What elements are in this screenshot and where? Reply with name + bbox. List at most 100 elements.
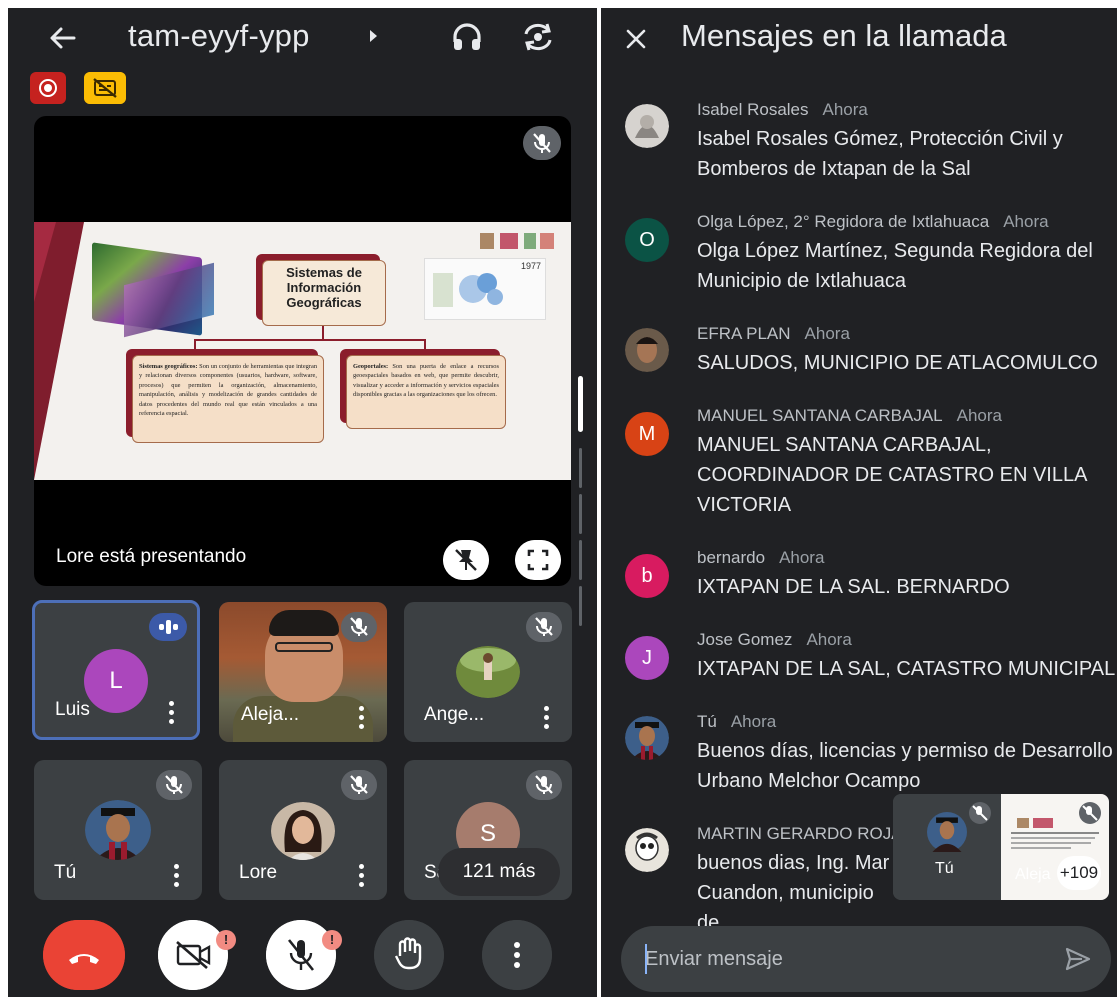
participant-tile-aleja[interactable]: Aleja... — [219, 602, 387, 742]
message-time: Ahora — [804, 324, 850, 343]
more-vert-icon[interactable] — [174, 864, 180, 888]
camera-alert-badge: ! — [216, 930, 236, 950]
message-text: Isabel Rosales Gómez, Protección Civil y… — [697, 128, 1063, 180]
flip-camera-icon[interactable] — [520, 20, 556, 54]
presentation-stage[interactable]: Sistemas de Información Geográficas Sist… — [34, 116, 571, 586]
meeting-code[interactable]: tam-eyyf-ypp — [128, 18, 310, 54]
pip-participant-count: +109 — [1057, 856, 1101, 890]
camera-off-button[interactable] — [158, 920, 228, 990]
recording-badge-icon[interactable] — [30, 72, 66, 104]
avatar — [271, 802, 335, 860]
message-sender: Jose Gomez — [697, 630, 793, 649]
speaking-indicator-icon — [149, 613, 187, 641]
slide-box-sistemas: Sistemas geográficos: Son un conjunto de… — [132, 355, 324, 443]
slide-decoration — [34, 222, 56, 302]
participant-tile-lore[interactable]: Lore — [219, 760, 387, 900]
slide-box-geoportales: Geoportales: Son una puerta de enlace a … — [346, 355, 506, 429]
pip-self-name: Tú — [935, 860, 954, 877]
more-participants-button[interactable]: 121 más — [438, 848, 560, 896]
close-icon[interactable] — [623, 26, 649, 52]
more-vert-icon[interactable] — [359, 864, 365, 888]
message-text: MANUEL SANTANA CARBAJAL, COORDINADOR DE … — [697, 434, 1087, 516]
message-sender: EFRA PLAN — [697, 324, 791, 343]
mic-off-icon — [341, 612, 377, 642]
scrollbar-track — [579, 586, 582, 626]
more-vert-icon[interactable] — [359, 706, 365, 730]
message-time: Ahora — [779, 548, 825, 567]
scrollbar-thumb[interactable] — [578, 376, 583, 432]
slide-map-chart: 1977 — [424, 258, 546, 320]
avatar: M — [625, 412, 669, 456]
avatar: b — [625, 554, 669, 598]
text-caret — [645, 944, 647, 974]
more-vert-icon[interactable] — [544, 706, 550, 730]
participant-tile-luis[interactable]: L Luis — [32, 600, 200, 740]
message-text: buenos dias, Ing. Mar Cuandon, municipio… — [697, 852, 890, 934]
message-sender: MANUEL SANTANA CARBAJAL — [697, 406, 943, 425]
avatar-initial: b — [641, 565, 653, 587]
message-text: IXTAPAN DE LA SAL, CATASTRO MUNICIPAL — [697, 658, 1116, 680]
send-icon[interactable] — [1063, 944, 1093, 974]
scrollbar-track — [579, 494, 582, 534]
mic-off-button[interactable] — [266, 920, 336, 990]
chat-panel: Mensajes en la llamada Isabel Rosales Aho… — [601, 8, 1117, 997]
panel-title: Mensajes en la llamada — [681, 18, 1007, 53]
avatar — [625, 716, 669, 760]
avatar-initial: S — [479, 820, 496, 847]
message-meta: Olga López, 2° Regidora de Ixtlahuaca Aho… — [697, 212, 1049, 232]
message-text: Olga López Martínez, Segunda Regidora de… — [697, 240, 1093, 292]
slide-box-heading: Geoportales: — [353, 363, 389, 370]
avatar — [456, 646, 520, 698]
participant-name: Ange... — [424, 704, 485, 725]
picture-in-picture[interactable]: Tú Aleja +109 — [893, 794, 1109, 900]
avatar-initial: M — [638, 423, 656, 445]
message-sender: MARTIN GERARDO ROJA — [697, 824, 903, 843]
avatar — [625, 104, 669, 148]
avatar — [85, 800, 151, 860]
pip-other-name: Aleja — [1015, 866, 1051, 883]
participant-name: Luis — [55, 699, 90, 720]
message-time: Ahora — [822, 100, 868, 119]
message-meta: Tú Ahora — [697, 712, 776, 732]
mic-off-icon — [526, 770, 562, 800]
scrollbar-track — [579, 448, 582, 488]
slide-box-body: Son un conjunto de herramientas que inte… — [139, 363, 318, 418]
unpin-icon[interactable] — [443, 540, 489, 580]
mic-alert-badge: ! — [322, 930, 342, 950]
headphones-icon[interactable] — [450, 20, 484, 54]
slide-connector — [424, 339, 426, 351]
mic-off-icon — [969, 802, 991, 824]
avatar: J — [625, 636, 669, 680]
avatar — [927, 812, 967, 852]
mic-off-icon — [526, 612, 562, 642]
more-options-button[interactable] — [482, 920, 552, 990]
participant-name: Aleja... — [241, 704, 300, 725]
end-call-button[interactable] — [43, 920, 125, 990]
slide-connector — [194, 339, 426, 341]
message-meta: EFRA PLAN Ahora — [697, 324, 850, 344]
mic-off-icon — [341, 770, 377, 800]
meet-call-screen: tam-eyyf-ypp Sistemas de Información Geo… — [8, 8, 597, 997]
shared-slide: Sistemas de Información Geográficas Sist… — [34, 222, 571, 480]
more-vert-icon[interactable] — [169, 701, 175, 725]
scrollbar-track — [579, 540, 582, 580]
avatar — [625, 328, 669, 372]
message-composer — [621, 926, 1111, 992]
participant-name: Tú — [54, 862, 77, 883]
message-meta: Jose Gomez Ahora — [697, 630, 852, 650]
participant-tile-ange[interactable]: Ange... — [404, 602, 572, 742]
captions-off-icon[interactable] — [84, 72, 126, 104]
raise-hand-button[interactable] — [374, 920, 444, 990]
chevron-right-icon[interactable] — [370, 30, 377, 42]
speaking-bar — [173, 624, 178, 630]
pip-self-tile: Tú — [893, 794, 1001, 900]
message-sender: Isabel Rosales — [697, 100, 809, 119]
message-input[interactable] — [645, 940, 1025, 978]
message-meta: MANUEL SANTANA CARBAJAL Ahora — [697, 406, 1002, 426]
back-arrow-icon[interactable] — [46, 22, 78, 54]
participant-tile-self[interactable]: Tú — [34, 760, 202, 900]
slide-year: 1977 — [520, 261, 541, 271]
speaking-bar — [166, 620, 171, 634]
avatar — [625, 828, 669, 872]
fullscreen-icon[interactable] — [515, 540, 561, 580]
